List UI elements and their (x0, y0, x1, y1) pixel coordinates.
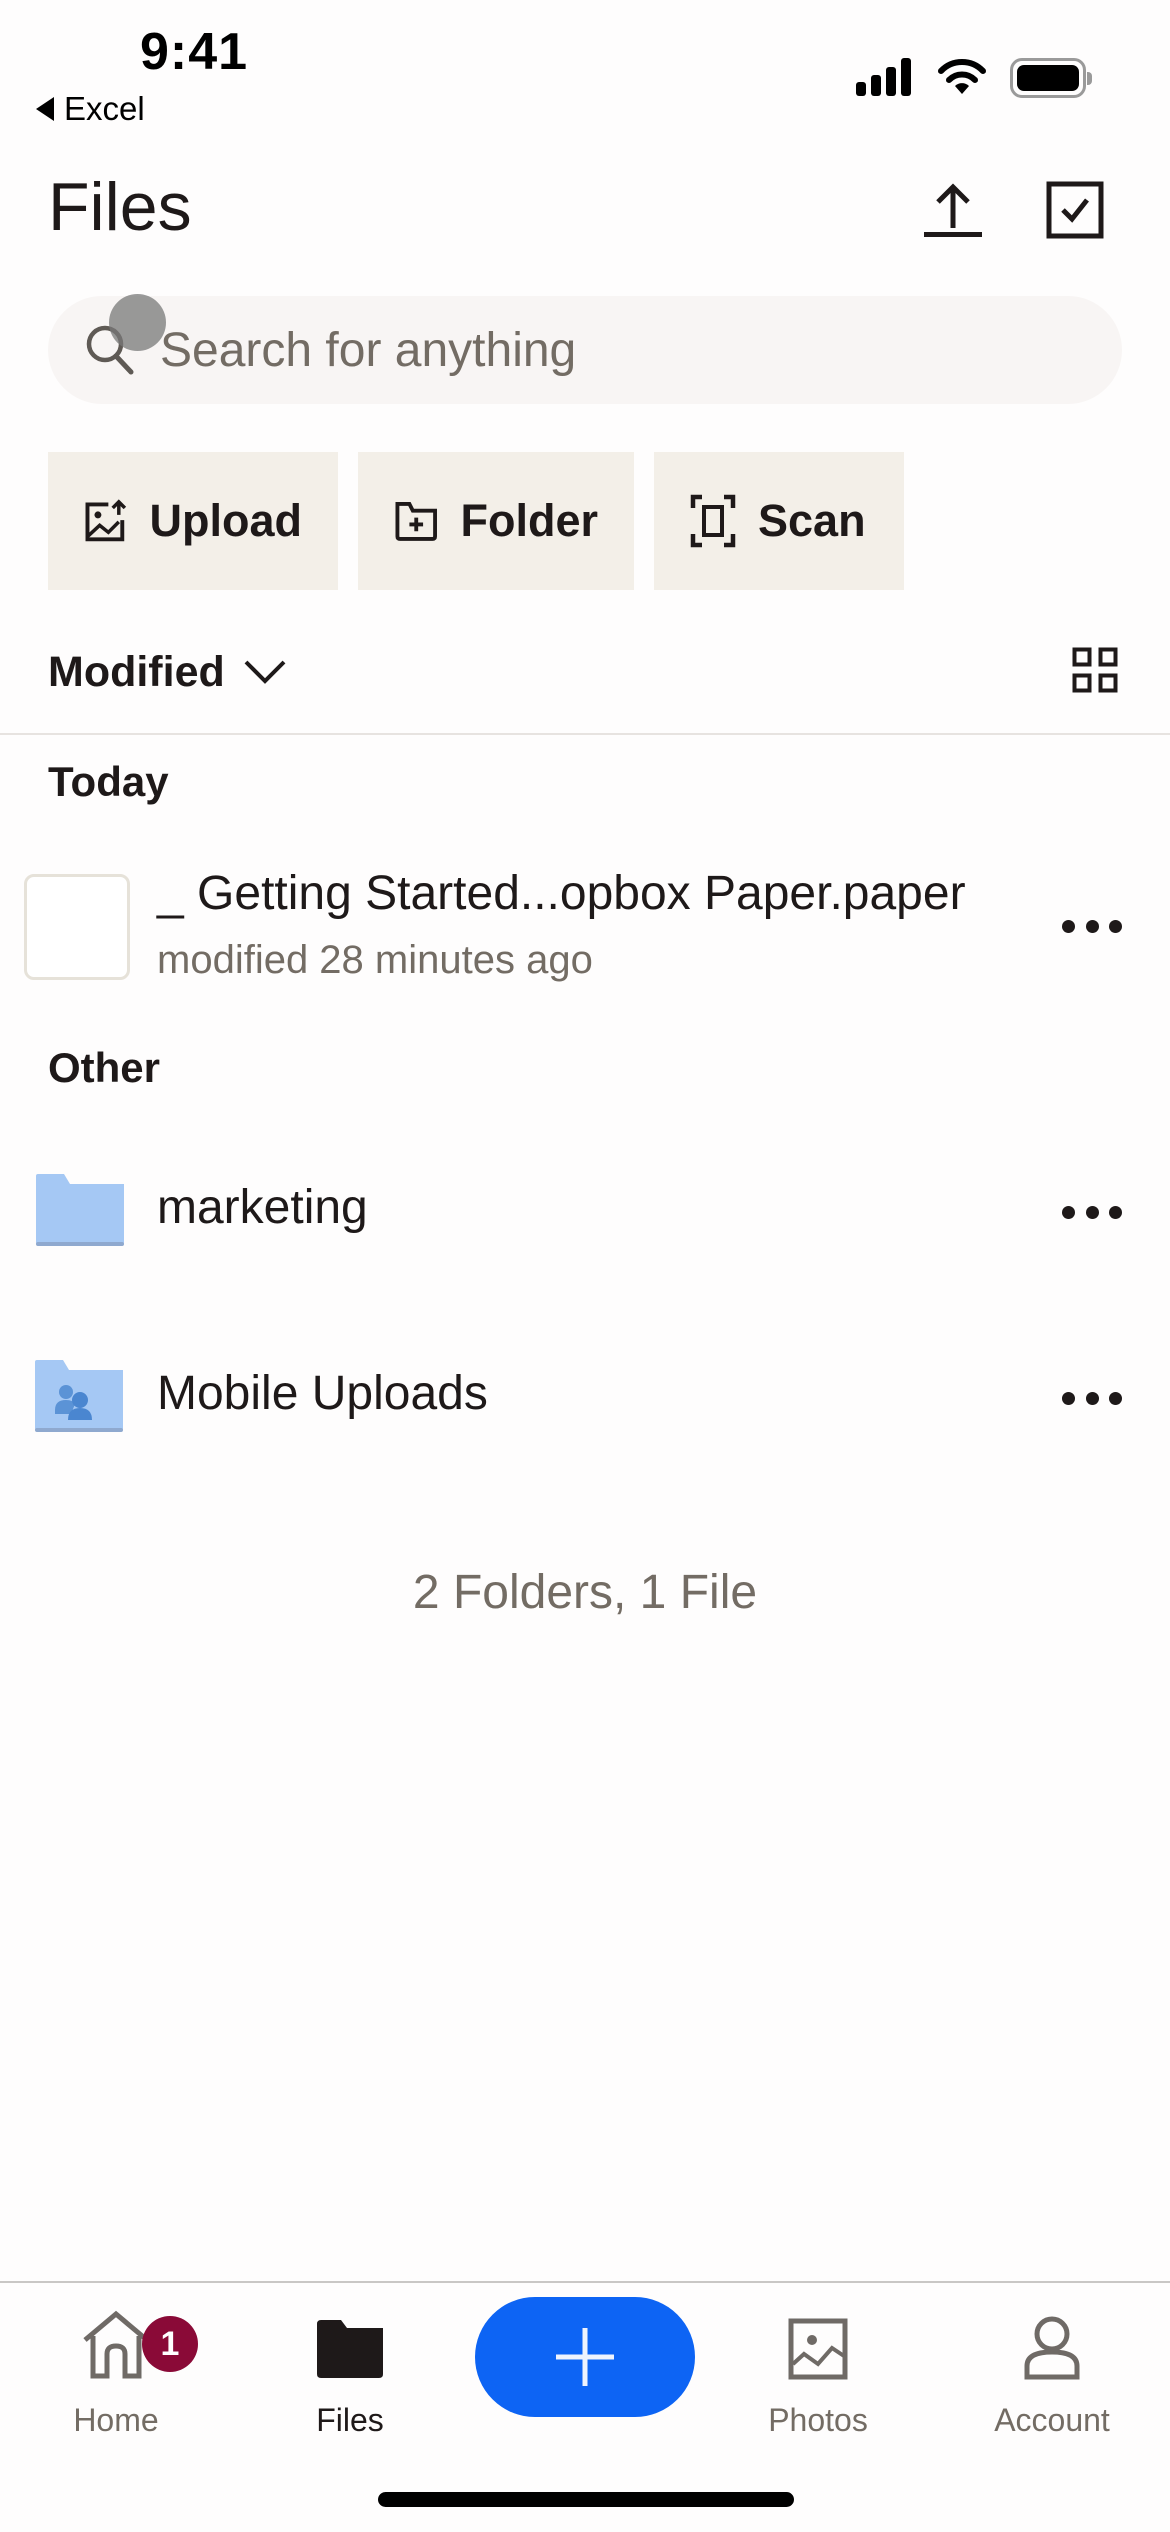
tab-files[interactable]: Files (250, 2300, 450, 2440)
image-upload-icon (85, 499, 127, 542)
more-options-button[interactable] (1062, 1378, 1122, 1418)
tab-account[interactable]: Account (952, 2300, 1152, 2440)
shared-folder-icon (35, 1360, 123, 1432)
chevron-down-icon (244, 660, 286, 684)
tab-photos[interactable]: Photos (718, 2300, 918, 2440)
back-triangle-icon (36, 97, 54, 121)
folder-plus-icon (395, 501, 437, 541)
scan-button[interactable]: Scan (654, 452, 904, 590)
more-options-button[interactable] (1062, 906, 1122, 946)
status-time: 9:41 (140, 23, 249, 81)
folder-name: Mobile Uploads (157, 1367, 488, 1420)
items-summary: 2 Folders, 1 File (412, 1566, 758, 1619)
tab-home-label: Home (73, 2402, 159, 2438)
create-folder-button[interactable]: Folder (358, 452, 634, 590)
back-to-app-link[interactable]: Excel (36, 90, 145, 128)
folder-row[interactable]: marketing (0, 1160, 1170, 1260)
person-icon (1024, 2316, 1080, 2380)
file-row[interactable]: _ Getting Started...opbox Paper.paper mo… (0, 860, 1170, 990)
file-modified: modified 28 minutes ago (157, 938, 593, 982)
upload-action-button[interactable]: Upload (48, 452, 338, 590)
plus-icon (556, 2328, 614, 2386)
page-title: Files (48, 169, 192, 245)
folder-action-label: Folder (460, 495, 598, 546)
cellular-signal-icon (856, 58, 911, 96)
grid-view-toggle[interactable] (1072, 647, 1118, 698)
tab-photos-label: Photos (768, 2402, 868, 2438)
tab-account-label: Account (994, 2402, 1110, 2438)
scan-icon (690, 494, 736, 548)
grid-view-icon (1072, 647, 1118, 692)
select-button[interactable] (1040, 175, 1110, 245)
tab-home[interactable]: Home 1 (16, 2300, 216, 2440)
sort-dropdown[interactable]: Modified (48, 648, 287, 697)
sort-label: Modified (48, 647, 225, 696)
add-button[interactable] (475, 2297, 695, 2417)
scan-action-label: Scan (758, 495, 866, 546)
search-bar[interactable] (48, 296, 1122, 404)
folder-icon (317, 2320, 383, 2378)
home-indicator[interactable] (378, 2492, 794, 2507)
status-bar: 9:41 Excel (0, 0, 1170, 140)
upload-action-label: Upload (149, 495, 303, 546)
tabbar-divider (0, 2281, 1170, 2283)
search-input[interactable] (160, 322, 1060, 378)
battery-icon (1010, 58, 1092, 98)
checkbox-select-icon (1046, 181, 1104, 239)
more-options-button[interactable] (1062, 1192, 1122, 1232)
section-header-today: Today (48, 758, 169, 805)
upload-arrow-icon (924, 183, 982, 237)
back-app-label: Excel (64, 90, 145, 127)
quick-actions: Upload Folder Scan (48, 452, 904, 590)
home-icon (83, 2310, 149, 2379)
folder-name: marketing (157, 1181, 368, 1234)
notification-badge: 1 (142, 2316, 198, 2372)
wifi-icon (938, 59, 986, 94)
folder-row[interactable]: Mobile Uploads (0, 1346, 1170, 1446)
section-header-other: Other (48, 1044, 161, 1091)
paper-file-thumbnail (24, 874, 130, 980)
tab-files-label: Files (316, 2402, 384, 2438)
folder-icon (36, 1174, 124, 1246)
sort-row: Modified (48, 630, 1122, 714)
touch-indicator (109, 294, 166, 351)
list-divider (0, 733, 1170, 735)
photo-icon (788, 2318, 848, 2380)
upload-button[interactable] (918, 175, 988, 245)
file-name: _ Getting Started...opbox Paper.paper (157, 867, 966, 920)
